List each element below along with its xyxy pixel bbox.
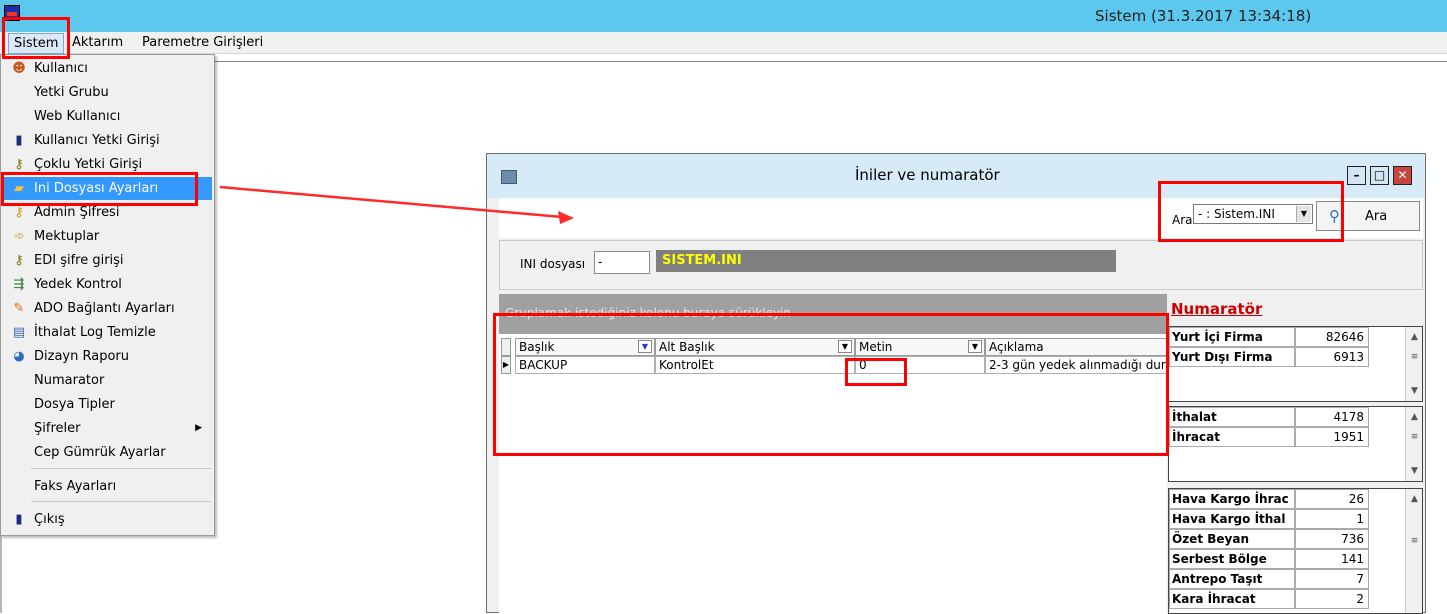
annotation-arrow [219,185,574,224]
